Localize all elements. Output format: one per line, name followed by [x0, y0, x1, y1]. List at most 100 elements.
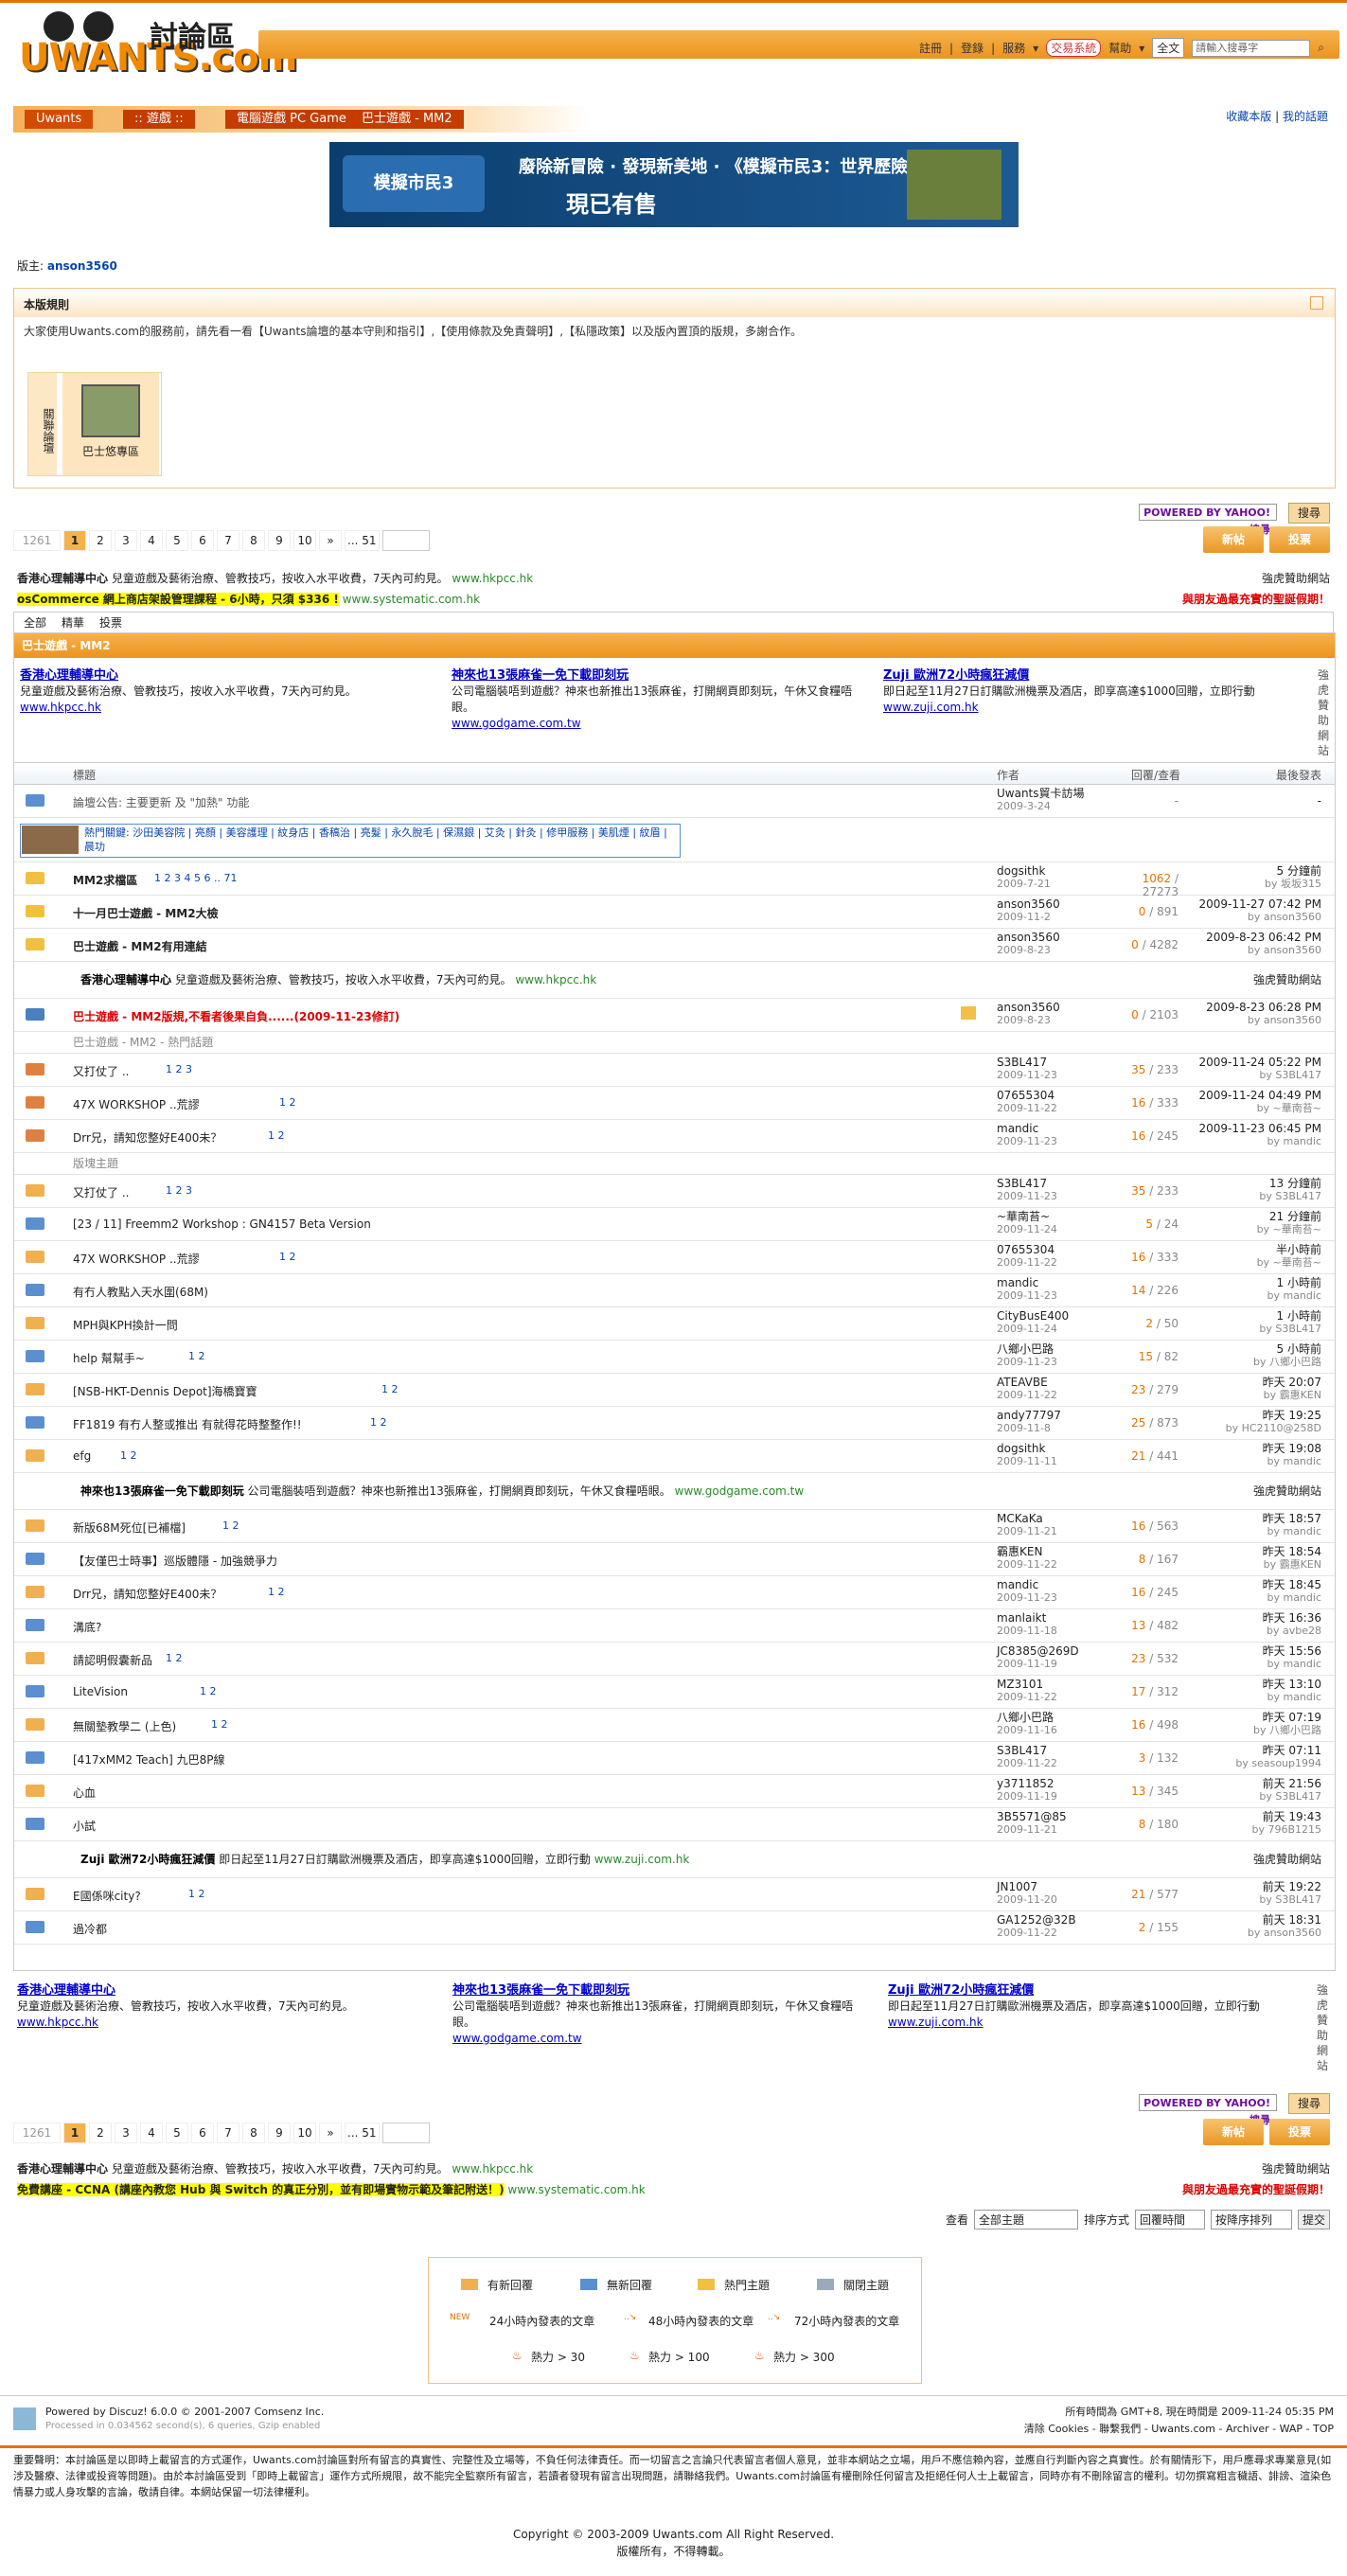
yahoo-search-box[interactable]: POWERED BY YAHOO! 搜尋	[1139, 2094, 1277, 2126]
thread-title[interactable]: 又打仗了 ..	[73, 1063, 129, 1079]
submit-button[interactable]: 提交	[1297, 2210, 1330, 2230]
ad-line[interactable]: osCommerce 網上商店架設管理課程 - 6小時，只須 $336 ! ww…	[17, 591, 480, 607]
table-row[interactable]: 47X WORKSHOP ..荒謬 1 2 07655304 2009-11-22 16…	[14, 1087, 1335, 1120]
page-4[interactable]: 4	[140, 530, 163, 551]
last-post-by[interactable]: by mandic	[1263, 1525, 1321, 1538]
page-jump-input[interactable]	[381, 2123, 430, 2143]
last-post-by[interactable]: by avbe28	[1263, 1625, 1321, 1638]
thread-pages[interactable]: 1 2 3	[166, 1063, 192, 1075]
thread-title[interactable]: [23 / 11] Freemm2 Workshop : GN4157 Beta…	[73, 1217, 371, 1231]
last-post-by[interactable]: by ~華南苔~	[1198, 1102, 1321, 1115]
thread-title[interactable]: 巴士遊戲 - MM2版規,不看者後果自負......(2009-11-23修訂)	[73, 1008, 399, 1024]
thread-title[interactable]: MPH與KPH換計一問	[73, 1317, 178, 1333]
last-post-time[interactable]: 13 分鐘前	[1259, 1177, 1321, 1190]
table-row[interactable]: 小試 3B5571@85 2009-11-21 8 / 180 前天 19:43 by 7…	[14, 1808, 1335, 1841]
register-link[interactable]: 註冊	[919, 40, 942, 56]
page-3[interactable]: 3	[115, 2123, 137, 2143]
last-post-time[interactable]: 5 分鐘前	[1265, 864, 1321, 878]
thread-author[interactable]: ~華南苔~	[997, 1210, 1057, 1223]
last-post-time[interactable]: 昨天 15:56	[1263, 1644, 1321, 1658]
last-post-by[interactable]: by S3BL417	[1259, 1323, 1321, 1336]
thread-author[interactable]: MZ3101	[997, 1678, 1057, 1691]
page-1[interactable]: 1	[63, 2123, 86, 2143]
help-menu[interactable]: 幫助	[1108, 40, 1131, 56]
moderator-name[interactable]: anson3560	[47, 259, 117, 273]
page-jump-input[interactable]	[381, 530, 430, 551]
tab-digest[interactable]: 精華	[62, 614, 84, 631]
thread-author[interactable]: 霸惠KEN	[997, 1545, 1057, 1558]
thread-author[interactable]: y3711852	[997, 1777, 1057, 1790]
last-post-time[interactable]: 前天 18:31	[1248, 1913, 1321, 1927]
page-7[interactable]: 7	[217, 2123, 239, 2143]
last-page[interactable]: ... 51	[345, 530, 380, 551]
last-post-time[interactable]: 前天 21:56	[1259, 1777, 1321, 1790]
thread-pages[interactable]: 1 2 3	[166, 1184, 192, 1197]
yahoo-search-button[interactable]: 搜尋	[1288, 503, 1330, 524]
last-post-by[interactable]: by 八鄉小巴路	[1253, 1724, 1321, 1737]
page-8[interactable]: 8	[242, 530, 265, 551]
thread-title[interactable]: 有冇人教點入天水圍(68M)	[73, 1284, 208, 1300]
thread-author[interactable]: mandic	[997, 1122, 1057, 1135]
thread-author[interactable]: CityBusE400	[997, 1309, 1069, 1323]
thread-title[interactable]: [417xMM2 Teach] 九巴8P線	[73, 1751, 224, 1768]
thread-pages[interactable]: 1 2	[188, 1888, 205, 1900]
thread-pages[interactable]: 1 2	[268, 1129, 285, 1142]
thread-author[interactable]: S3BL417	[997, 1056, 1057, 1069]
last-post-by[interactable]: by ~華南苔~	[1257, 1223, 1321, 1236]
last-post-time[interactable]: 1 小時前	[1259, 1309, 1321, 1323]
related-forum-card[interactable]: 巴士悠專區	[62, 373, 159, 475]
new-thread-button[interactable]: 新帖	[1203, 2119, 1264, 2145]
thread-title[interactable]: E國係咪city?	[73, 1888, 141, 1904]
page-3[interactable]: 3	[115, 530, 137, 551]
page-8[interactable]: 8	[242, 2123, 265, 2143]
page-5[interactable]: 5	[166, 530, 188, 551]
thread-pages[interactable]: 1 2	[211, 1718, 228, 1731]
last-post-by[interactable]: by mandic	[1263, 1658, 1321, 1671]
page-9[interactable]: 9	[268, 530, 291, 551]
thread-pages[interactable]: 1 2	[200, 1685, 217, 1697]
table-row[interactable]: 心血 y3711852 2009-11-19 13 / 345 前天 21:56 by S…	[14, 1775, 1335, 1808]
sponsored-ad[interactable]: Zuji 歐洲72小時瘋狂減價 即日起至11月27日訂購歐洲機票及酒店，即享高達…	[883, 667, 1290, 716]
thread-author[interactable]: S3BL417	[997, 1177, 1057, 1190]
table-row[interactable]: 又打仗了 .. 1 2 3 S3BL417 2009-11-23 35 / 233 200…	[14, 1054, 1335, 1087]
last-post-by[interactable]: by anson3560	[1198, 911, 1321, 924]
announcement-row[interactable]: 論壇公告: 主要更新 及 "加熱" 功能 Uwants貿卡訪場 2009-3-24…	[14, 785, 1335, 818]
search-scope-select[interactable]: 全文	[1152, 38, 1185, 58]
last-post-by[interactable]: by S3BL417	[1259, 1190, 1321, 1203]
page-5[interactable]: 5	[166, 2123, 188, 2143]
last-page[interactable]: ... 51	[345, 2123, 380, 2143]
last-post-by[interactable]: by anson3560	[1248, 1927, 1321, 1940]
thread-pages[interactable]: 1 2	[268, 1586, 285, 1598]
sponsored-ad[interactable]: 香港心理輔導中心 兒童遊戲及藝術治療、管教技巧，按收入水平收費，7天內可約見。 …	[17, 1982, 424, 2031]
thread-author[interactable]: 07655304	[997, 1243, 1057, 1256]
thread-author[interactable]: mandic	[997, 1276, 1057, 1289]
thread-title[interactable]: Drr兄，請知您整好E400未？	[73, 1586, 222, 1602]
thread-title[interactable]: 過冷都	[73, 1921, 107, 1937]
uwants-logo[interactable]: UWANTS.com 討論區	[15, 8, 297, 80]
thread-pages[interactable]: 1 2	[279, 1096, 296, 1109]
new-thread-button[interactable]: 新帖	[1203, 526, 1264, 553]
last-post-time[interactable]: 5 小時前	[1253, 1342, 1321, 1356]
ad-right-promo[interactable]: 與朋友過最充實的聖誕假期！	[1182, 591, 1330, 607]
last-post-time[interactable]: 2009-8-23 06:42 PM	[1206, 931, 1321, 944]
thread-pages[interactable]: 1 2	[166, 1652, 183, 1664]
thread-pages[interactable]: 1 2	[222, 1519, 239, 1532]
thread-author[interactable]: anson3560	[997, 897, 1060, 911]
table-row[interactable]: MPH與KPH換計一問 CityBusE400 2009-11-24 2 / 50 1 …	[14, 1307, 1335, 1341]
ad-right-promo[interactable]: 與朋友過最充實的聖誕假期！	[1182, 2181, 1330, 2197]
announcement-author[interactable]: Uwants貿卡訪場	[997, 787, 1085, 800]
last-post-time[interactable]: 2009-11-27 07:42 PM	[1198, 897, 1321, 911]
last-post-time[interactable]: 昨天 20:07	[1263, 1376, 1321, 1389]
table-row[interactable]: 新版68M死位[已補檔] 1 2 MCKaKa 2009-11-21 16 / 563 昨…	[14, 1510, 1335, 1543]
thread-author[interactable]: ATEAVBE	[997, 1376, 1057, 1389]
page-2[interactable]: 2	[89, 530, 112, 551]
search-icon[interactable]: ⌕	[1318, 41, 1324, 55]
favorite-forum-link[interactable]: 收藏本版	[1226, 110, 1271, 123]
new-poll-button[interactable]: 投票	[1269, 2119, 1330, 2145]
last-post-time[interactable]: 2009-8-23 06:28 PM	[1206, 1001, 1321, 1014]
table-row[interactable]: MM2求檔區 1 2 3 4 5 6 .. 71 dogsithk 2009-7-21…	[14, 862, 1335, 898]
last-post-by[interactable]: by 霸惠KEN	[1263, 1558, 1321, 1572]
thread-pages[interactable]: 1 2	[370, 1416, 387, 1429]
ad-line[interactable]: 香港心理輔導中心 兒童遊戲及藝術治療、管教技巧，按收入水平收費，7天內可約見。 …	[17, 570, 533, 586]
my-topics-link[interactable]: 我的話題	[1283, 110, 1328, 123]
